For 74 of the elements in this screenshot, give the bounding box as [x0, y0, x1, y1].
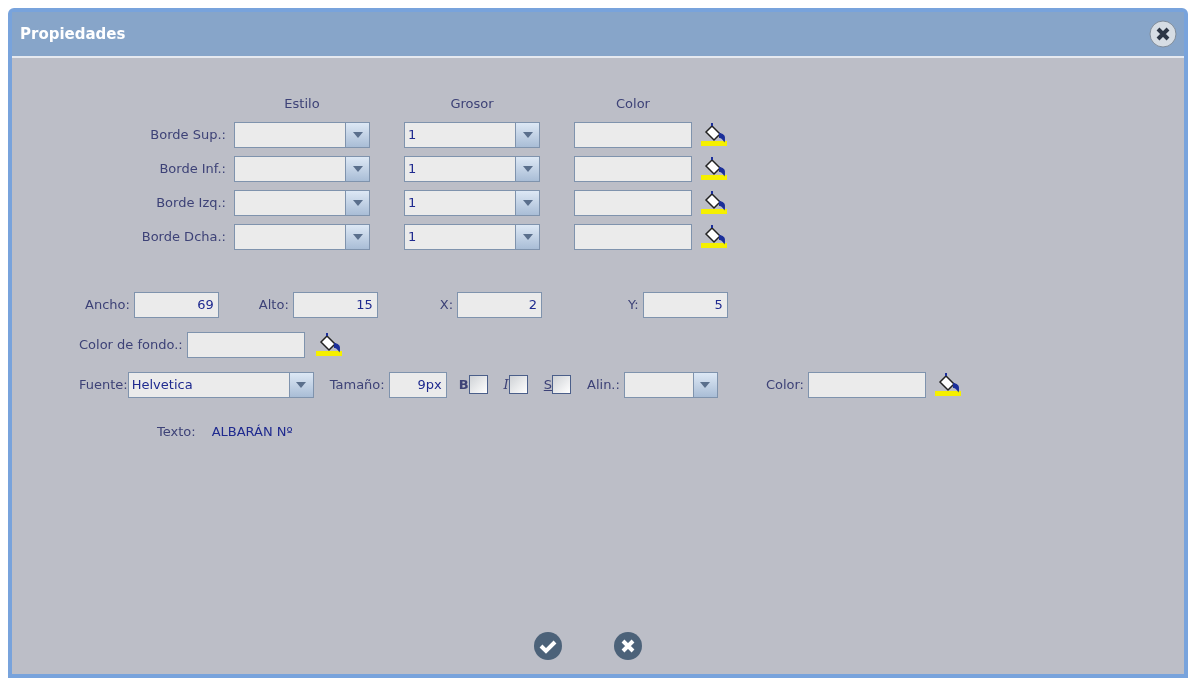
window-title: Propiedades: [20, 23, 126, 45]
field-label: Alto:: [258, 295, 289, 314]
text-value: ALBARÁN Nº: [211, 422, 293, 441]
close-button[interactable]: [1148, 19, 1178, 49]
cancel-button[interactable]: [612, 630, 644, 662]
color-field[interactable]: [186, 331, 305, 358]
field-label: Ancho:: [85, 295, 130, 314]
size-field[interactable]: 9px: [388, 371, 447, 398]
style-dropdown[interactable]: [234, 223, 370, 250]
color-field[interactable]: [574, 155, 692, 182]
cancel-icon: [612, 630, 644, 662]
paint-bucket-icon: [700, 121, 728, 148]
dropdown-arrow-icon: [352, 165, 363, 172]
check-icon: [532, 630, 564, 662]
field-label: X:: [439, 295, 454, 314]
paint-bucket-icon: [314, 331, 343, 358]
color-field[interactable]: [808, 371, 926, 398]
color-picker-button[interactable]: [700, 121, 728, 148]
dropdown-arrow-icon: [296, 381, 307, 388]
color-picker-button[interactable]: [700, 223, 728, 250]
dropdown-arrow-icon: [522, 199, 533, 206]
checkbox[interactable]: [508, 375, 528, 394]
thickness-dropdown[interactable]: 1: [404, 121, 540, 148]
field-label: Fuente:: [79, 375, 128, 394]
thickness-dropdown[interactable]: 1: [404, 189, 540, 216]
field-label: Borde Sup.:: [149, 125, 227, 144]
color-picker-button[interactable]: [700, 189, 728, 216]
close-icon: [1148, 19, 1178, 49]
color-field[interactable]: [574, 223, 692, 250]
dropdown-arrow-icon: [522, 131, 533, 138]
checkbox[interactable]: [552, 375, 571, 394]
color-field[interactable]: [574, 189, 692, 216]
number-field[interactable]: 15: [292, 291, 378, 318]
style-dropdown[interactable]: [234, 121, 370, 148]
field-label: Borde Izq.:: [155, 193, 227, 212]
style-label: B: [458, 375, 469, 394]
field-label: Color de fondo.:: [79, 335, 183, 354]
thickness-dropdown[interactable]: 1: [404, 155, 540, 182]
color-field[interactable]: [574, 121, 692, 148]
style-dropdown[interactable]: [234, 155, 370, 182]
paint-bucket-icon: [934, 371, 962, 398]
color-picker-button[interactable]: [700, 155, 728, 182]
checkbox[interactable]: [468, 375, 488, 394]
field-label: Borde Inf.:: [158, 159, 227, 178]
style-dropdown[interactable]: [234, 189, 370, 216]
ok-button[interactable]: [532, 630, 564, 662]
font-dropdown[interactable]: Helvetica: [127, 371, 314, 398]
column-header: Grosor: [449, 95, 495, 113]
dropdown-arrow-icon: [522, 233, 533, 240]
dropdown-arrow-icon: [352, 199, 363, 206]
column-header: Estilo: [283, 95, 321, 113]
field-label: Y:: [628, 295, 639, 314]
dropdown-arrow-icon: [352, 233, 363, 240]
paint-bucket-icon: [700, 189, 728, 216]
column-header: Color: [615, 95, 651, 113]
number-field[interactable]: 5: [642, 291, 728, 318]
number-field[interactable]: 69: [133, 291, 219, 318]
color-picker-button[interactable]: [314, 331, 343, 358]
thickness-dropdown[interactable]: 1: [404, 223, 540, 250]
dropdown-arrow-icon: [352, 131, 363, 138]
field-label: Tamaño:: [329, 375, 385, 394]
style-label: S: [543, 375, 552, 394]
paint-bucket-icon: [700, 223, 728, 250]
color-picker-button[interactable]: [934, 371, 962, 398]
field-label: Color:: [765, 375, 804, 394]
align-dropdown[interactable]: [623, 371, 718, 398]
field-label: Texto:: [157, 422, 196, 441]
dropdown-arrow-icon: [700, 381, 711, 388]
field-label: Borde Dcha.:: [140, 227, 227, 246]
dropdown-arrow-icon: [522, 165, 533, 172]
number-field[interactable]: 2: [457, 291, 543, 318]
paint-bucket-icon: [700, 155, 728, 182]
style-label: I: [503, 375, 509, 394]
field-label: Alin.:: [587, 375, 620, 394]
